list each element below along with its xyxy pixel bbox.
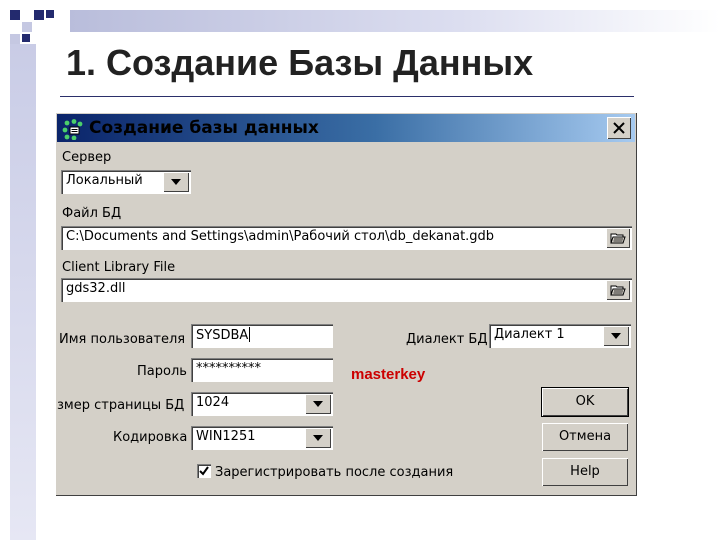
chevron-down-icon (611, 333, 621, 339)
chevron-down-icon (171, 179, 181, 185)
create-database-dialog: Создание базы данных Сервер Локальный Фа… (55, 112, 637, 496)
client-library-label: Client Library File (62, 260, 176, 275)
chevron-down-icon (313, 435, 323, 441)
server-dropdown-button[interactable] (163, 172, 189, 192)
slide-title: 1. Создание Базы Данных (66, 42, 534, 83)
corner-square-6 (46, 10, 54, 18)
page-size-select[interactable]: 1024 (191, 392, 333, 416)
client-library-browse-button[interactable] (606, 280, 630, 300)
username-input[interactable]: SYSDBA (191, 324, 333, 348)
charset-label: Кодировка (113, 430, 188, 445)
close-icon (613, 122, 625, 134)
help-button[interactable]: Help (542, 458, 628, 486)
server-select[interactable]: Локальный (61, 170, 191, 194)
password-hint: masterkey (351, 366, 426, 383)
charset-dropdown-button[interactable] (305, 428, 331, 448)
database-icon (62, 119, 83, 140)
password-value: ********** (196, 361, 261, 376)
register-checkbox[interactable] (197, 464, 211, 478)
slide-left-band (10, 44, 36, 540)
title-underline (60, 96, 634, 97)
corner-square-1 (10, 10, 20, 20)
password-label: Пароль (137, 364, 187, 379)
password-input[interactable]: ********** (191, 358, 333, 382)
register-label[interactable]: Зарегистрировать после создания (215, 465, 453, 480)
page-size-label: змер страницы БД (57, 398, 185, 413)
username-label: Имя пользователя (59, 332, 186, 347)
text-caret (249, 327, 251, 342)
db-file-label: Файл БД (62, 206, 122, 221)
close-button[interactable] (607, 117, 631, 139)
charset-select[interactable]: WIN1251 (191, 426, 333, 450)
corner-square-3 (34, 10, 44, 20)
page-size-dropdown-button[interactable] (305, 394, 331, 414)
folder-open-icon (610, 285, 626, 296)
corner-square-2 (22, 22, 32, 32)
db-file-browse-button[interactable] (606, 228, 630, 248)
client-library-value: gds32.dll (66, 281, 126, 296)
dialect-label: Диалект БД (406, 332, 488, 347)
slide-top-band (70, 10, 720, 32)
page-size-value: 1024 (196, 395, 230, 410)
username-value: SYSDBA (196, 328, 249, 343)
client-library-input[interactable]: gds32.dll (61, 278, 632, 302)
corner-square-4 (10, 34, 20, 44)
charset-value: WIN1251 (196, 429, 256, 444)
dialog-title: Создание базы данных (89, 118, 319, 138)
cancel-button[interactable]: Отмена (542, 423, 628, 451)
folder-open-icon (610, 233, 626, 244)
dialect-value: Диалект 1 (494, 327, 565, 342)
ok-button[interactable]: OK (542, 388, 628, 416)
corner-square-5 (22, 34, 30, 42)
db-file-input[interactable]: C:\Documents and Settings\admin\Рабочий … (61, 226, 632, 250)
db-file-value: C:\Documents and Settings\admin\Рабочий … (66, 229, 495, 244)
dialect-select[interactable]: Диалект 1 (489, 324, 631, 348)
server-value: Локальный (66, 173, 143, 188)
server-label: Сервер (62, 150, 112, 165)
chevron-down-icon (313, 401, 323, 407)
checkmark-icon (199, 466, 209, 476)
dialog-titlebar[interactable]: Создание базы данных (57, 114, 635, 142)
dialect-dropdown-button[interactable] (603, 326, 629, 346)
